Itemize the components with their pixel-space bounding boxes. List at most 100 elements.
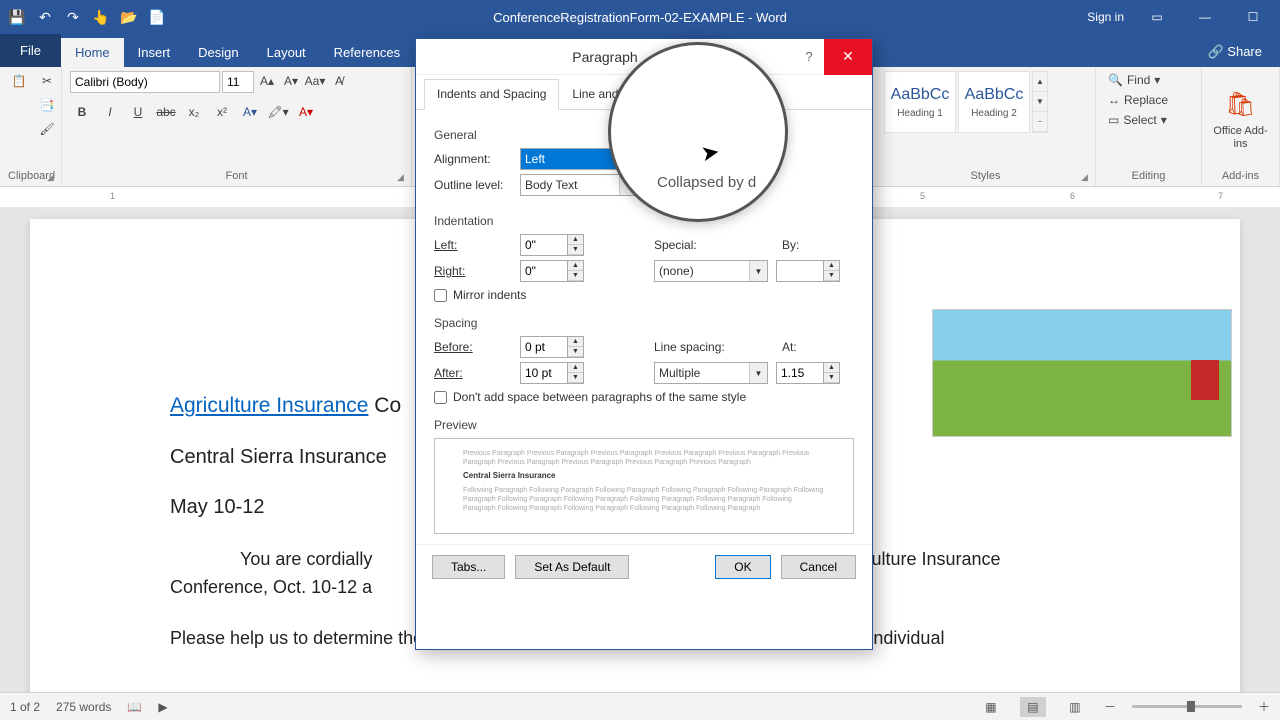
section-indentation: Indentation (434, 214, 854, 228)
new-doc-icon[interactable]: 📄 (148, 8, 166, 26)
tab-indents-spacing[interactable]: Indents and Spacing (424, 79, 559, 110)
tab-layout[interactable]: Layout (253, 38, 320, 67)
copy-icon[interactable]: 📑 (36, 95, 58, 115)
open-icon[interactable]: 📂 (120, 8, 138, 26)
read-mode-icon[interactable]: ▦ (978, 697, 1004, 717)
style-heading1[interactable]: AaBbCc Heading 1 (884, 71, 956, 133)
macro-icon[interactable]: ▶ (158, 700, 167, 714)
ok-button[interactable]: OK (715, 555, 770, 579)
highlight-icon[interactable]: 🖍▾ (266, 103, 290, 121)
maximize-icon[interactable]: ☐ (1238, 10, 1268, 24)
tab-home[interactable]: Home (61, 38, 124, 67)
redo-icon[interactable]: ↷ (64, 8, 82, 26)
before-spinner[interactable]: ▲▼ (520, 336, 584, 358)
indent-left-spinner[interactable]: ▲▼ (520, 234, 584, 256)
save-icon[interactable]: 💾 (8, 8, 26, 26)
dont-add-space-checkbox[interactable]: Don't add space between paragraphs of th… (434, 390, 854, 404)
sign-in-link[interactable]: Sign in (1087, 10, 1124, 24)
superscript-button[interactable]: x² (210, 103, 234, 121)
indent-left-label: Left: (434, 238, 512, 252)
doc-title-rest: Co (368, 394, 401, 417)
cut-icon[interactable]: ✂ (36, 71, 58, 91)
italic-button[interactable]: I (98, 103, 122, 121)
tab-references[interactable]: References (320, 38, 414, 67)
dialog-help-icon[interactable]: ? (794, 49, 824, 64)
minimize-icon[interactable]: ― (1190, 10, 1220, 24)
grow-font-icon[interactable]: A▴ (256, 71, 278, 91)
addins-button[interactable]: Office Add-ins (1210, 125, 1271, 151)
undo-icon[interactable]: ↶ (36, 8, 54, 26)
shrink-font-icon[interactable]: A▾ (280, 71, 302, 91)
special-label: Special: (654, 238, 714, 252)
cursor-arrow-icon: ➤ (699, 139, 722, 168)
status-bar: 1 of 2 275 words 📖 ▶ ▦ ▤ ▥ － ＋ (0, 692, 1280, 720)
zoom-out-icon[interactable]: － (1104, 698, 1116, 715)
special-combo[interactable]: (none)▼ (654, 260, 768, 282)
font-size-combo[interactable] (222, 71, 254, 93)
word-count[interactable]: 275 words (56, 700, 111, 714)
text-effects-icon[interactable]: A▾ (238, 103, 262, 121)
set-default-button[interactable]: Set As Default (515, 555, 629, 579)
font-color-icon[interactable]: A▾ (294, 103, 318, 121)
title-bar: 💾 ↶ ↷ 👆 📂 📄 ConferenceRegistrationForm-0… (0, 0, 1280, 34)
cancel-button[interactable]: Cancel (781, 555, 856, 579)
format-painter-icon[interactable]: 🖌 (36, 119, 58, 139)
spellcheck-icon[interactable]: 📖 (127, 700, 142, 714)
mirror-indents-checkbox[interactable]: Mirror indents (434, 288, 854, 302)
preview-box: Previous Paragraph Previous Paragraph Pr… (434, 438, 854, 534)
change-case-icon[interactable]: Aa▾ (304, 71, 326, 91)
zoom-in-icon[interactable]: ＋ (1258, 698, 1270, 715)
style-up-icon[interactable]: ▲ (1033, 72, 1047, 92)
font-launcher-icon[interactable]: ◢ (397, 172, 409, 184)
doc-title-link[interactable]: Agriculture Insurance (170, 394, 368, 417)
outline-label: Outline level: (434, 178, 512, 192)
underline-button[interactable]: U (126, 103, 150, 121)
by-label: By: (782, 238, 812, 252)
chevron-down-icon: ▼ (749, 261, 767, 281)
chevron-down-icon: ▼ (749, 363, 767, 383)
at-spinner[interactable]: ▲▼ (776, 362, 840, 384)
tab-file[interactable]: File (0, 34, 61, 67)
touch-mode-icon[interactable]: 👆 (92, 8, 110, 26)
store-icon[interactable]: 🛍 (1225, 90, 1255, 119)
web-layout-icon[interactable]: ▥ (1062, 697, 1088, 717)
style-gallery-scroll[interactable]: ▲ ▼ ⎯ (1032, 71, 1048, 133)
subscript-button[interactable]: x₂ (182, 103, 206, 121)
styles-group-label: Styles (884, 170, 1087, 184)
bold-button[interactable]: B (70, 103, 94, 121)
linespacing-label: Line spacing: (654, 340, 744, 354)
style-more-icon[interactable]: ⎯ (1033, 112, 1047, 132)
after-spinner[interactable]: ▲▼ (520, 362, 584, 384)
styles-launcher-icon[interactable]: ◢ (1081, 172, 1093, 184)
ribbon-options-icon[interactable]: ▭ (1142, 10, 1172, 24)
magnifier-lens: ➤ Collapsed by d (608, 42, 788, 222)
by-spinner[interactable]: ▲▼ (776, 260, 840, 282)
select-button[interactable]: ▭Select ▾ (1104, 111, 1193, 129)
font-name-combo[interactable] (70, 71, 220, 93)
zoom-slider[interactable] (1132, 705, 1242, 708)
clear-format-icon[interactable]: A̸ (328, 71, 350, 91)
style-down-icon[interactable]: ▼ (1033, 92, 1047, 112)
select-icon: ▭ (1108, 113, 1119, 127)
tab-share[interactable]: 🔗 Share (1197, 37, 1272, 67)
style-heading2[interactable]: AaBbCc Heading 2 (958, 71, 1030, 133)
page-indicator[interactable]: 1 of 2 (10, 700, 40, 714)
paste-icon[interactable]: 📋 (8, 71, 30, 91)
tab-insert[interactable]: Insert (124, 38, 185, 67)
tabs-button[interactable]: Tabs... (432, 555, 505, 579)
strikethrough-button[interactable]: abc (154, 103, 178, 121)
print-layout-icon[interactable]: ▤ (1020, 697, 1046, 717)
farm-image[interactable] (932, 309, 1232, 437)
magnified-collapsed-text: Collapsed by d (657, 174, 756, 191)
indent-right-spinner[interactable]: ▲▼ (520, 260, 584, 282)
before-label: Before: (434, 340, 512, 354)
find-icon: 🔍 (1108, 73, 1123, 87)
section-spacing: Spacing (434, 316, 854, 330)
find-button[interactable]: 🔍Find ▾ (1104, 71, 1193, 89)
dialog-close-icon[interactable]: ✕ (824, 39, 872, 75)
clipboard-launcher-icon[interactable]: ◢ (47, 172, 59, 184)
replace-button[interactable]: ↔Replace (1104, 91, 1193, 109)
group-clipboard: 📋 ✂ 📑 🖌 Clipboard ◢ (0, 67, 62, 186)
linespacing-combo[interactable]: Multiple▼ (654, 362, 768, 384)
tab-design[interactable]: Design (184, 38, 252, 67)
